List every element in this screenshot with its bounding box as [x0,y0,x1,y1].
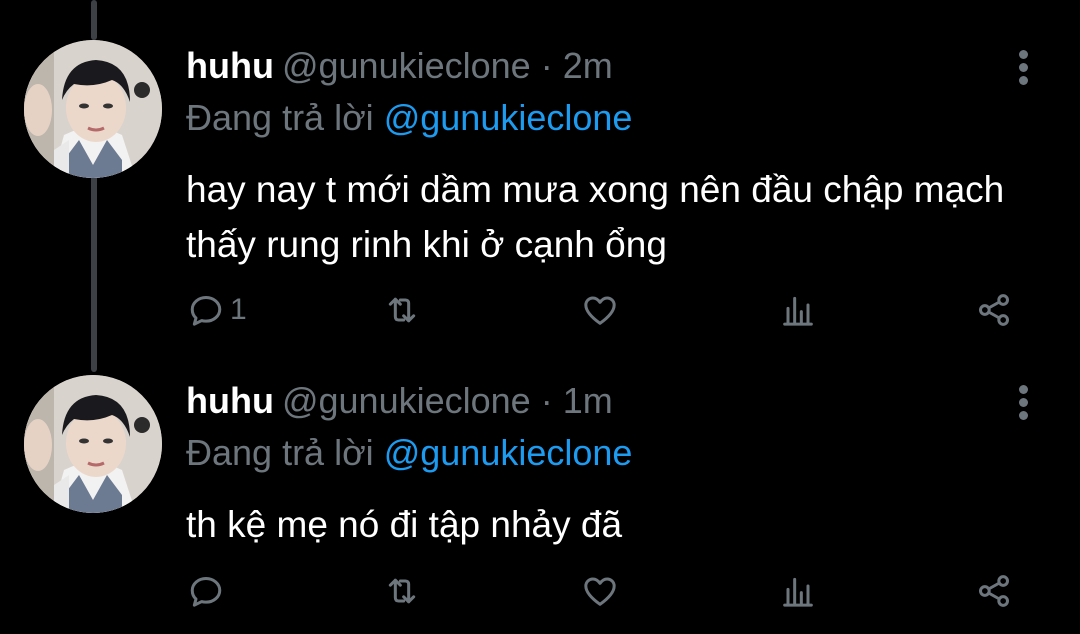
tweet-header: huhu @gunukieclone · 2m [186,44,613,88]
views-icon [783,577,813,607]
retweet-button[interactable] [382,290,422,330]
avatar[interactable] [24,40,162,178]
retweet-icon [388,578,416,604]
tweet-text: hay nay t mới dầm mưa xong nên đầu chập … [186,169,1005,265]
retweet-icon [388,297,416,323]
share-icon [979,575,1009,607]
reply-button[interactable]: 1 [186,290,247,330]
share-icon [979,294,1009,326]
tweet-text: th kệ mẹ nó đi tập nhảy đã [186,504,623,545]
mention-link[interactable]: @gunukieclone [384,432,633,473]
replying-prefix: Đang trả lời [186,97,374,138]
mention-link[interactable]: @gunukieclone [384,97,633,138]
reply-icon [190,577,222,607]
like-button[interactable] [580,571,620,611]
timestamp[interactable]: 2m [563,45,613,86]
timestamp[interactable]: 1m [563,380,613,421]
reply-count: 1 [230,293,247,326]
reply-icon [190,296,222,326]
like-icon [584,577,616,606]
views-button[interactable] [778,571,818,611]
username[interactable]: @gunukieclone [282,380,531,421]
like-icon [584,296,616,325]
separator: · [540,380,553,421]
replying-prefix: Đang trả lời [186,432,374,473]
views-button[interactable] [778,290,818,330]
action-bar: 1 [186,290,1026,330]
share-button[interactable] [974,290,1014,330]
more-icon[interactable] [1014,48,1034,88]
username[interactable]: @gunukieclone [282,45,531,86]
views-icon [783,296,813,326]
display-name[interactable]: huhu [186,380,274,421]
like-button[interactable] [580,290,620,330]
avatar[interactable] [24,375,162,513]
replying-to: Đang trả lời @gunukieclone [186,96,632,140]
more-icon[interactable] [1014,383,1034,423]
tweet[interactable]: huhu @gunukieclone · 1m Đang trả lời @gun… [0,335,1080,634]
retweet-button[interactable] [382,571,422,611]
replying-to: Đang trả lời @gunukieclone [186,431,632,475]
separator: · [540,45,553,86]
tweet-header: huhu @gunukieclone · 1m [186,379,613,423]
tweet[interactable]: huhu @gunukieclone · 2m Đang trả lời @gun… [0,0,1080,335]
display-name[interactable]: huhu [186,45,274,86]
reply-button[interactable] [186,571,230,611]
share-button[interactable] [974,571,1014,611]
action-bar [186,571,1026,611]
